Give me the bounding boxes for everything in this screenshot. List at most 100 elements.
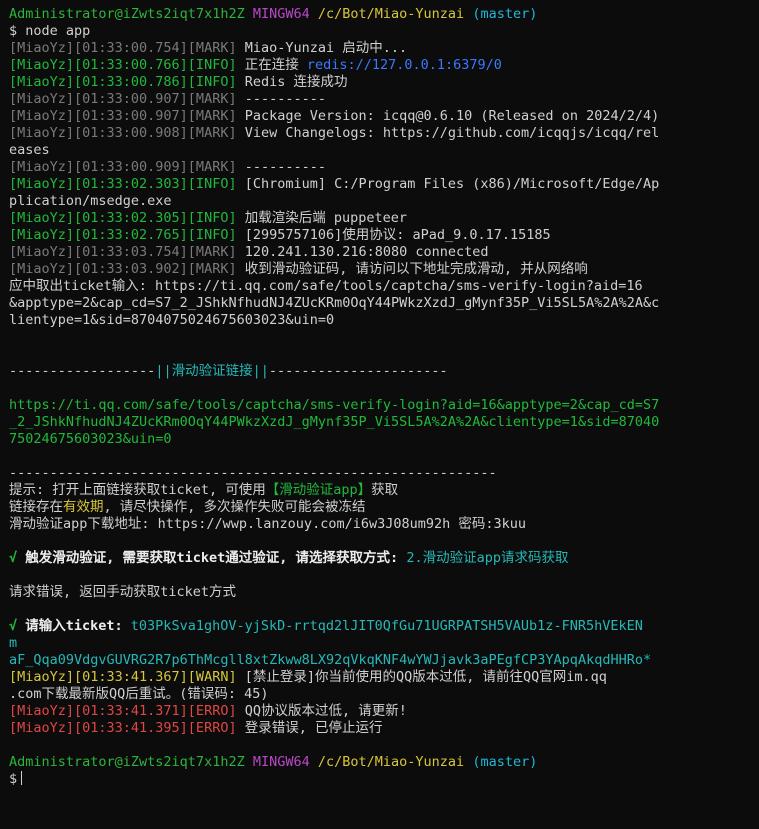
trigger-question: √ 触发滑动验证, 需要获取ticket通过验证, 请选择获取方式: 2.滑动验… [9,550,751,567]
log-line: [MiaoYz][01:33:02.765][INFO] [2995757106… [9,227,751,244]
terminal-window[interactable]: Administrator@iZwts2iqt7x1h2Z MINGW64 /c… [0,0,759,829]
log-line: [MiaoYz][01:33:00.907][MARK] Package Ver… [9,108,751,125]
log-message: [2995757106]使用协议: aPad_9.0.17.15185 [236,227,551,243]
log-tag: [MiaoYz][01:33:41.395][ERRO] [9,720,237,736]
log-line: [MiaoYz][01:33:03.902][MARK] 收到滑动验证码, 请访… [9,261,751,278]
log-continuation: &apptype=2&cap_cd=S7_2_JShkNfhudNJ4ZUcKR… [9,295,660,311]
ticket-value: t03PkSva1ghOV-yjSkD-rrtqd2lJIT0QfGu71UGR… [122,618,643,634]
log-line: [MiaoYz][01:33:03.754][MARK] 120.241.130… [9,244,751,261]
log-message: Miao-Yunzai 启动中... [236,40,408,56]
log-message: 加载渲染后端 puppeteer [236,210,407,226]
request-error-line: 请求错误, 返回手动获取ticket方式 [9,584,237,600]
log-tag: [MiaoYz][01:33:41.367][WARN] [9,669,237,685]
log-tag: [MiaoYz][01:33:02.765][INFO] [9,227,237,243]
shell-prompt: Administrator@iZwts2iqt7x1h2Z MINGW64 /c… [9,754,751,771]
log-line: [MiaoYz][01:33:02.305][INFO] 加载渲染后端 pupp… [9,210,751,227]
log-message: 收到滑动验证码, 请访问以下地址完成滑动, 并从网络响 [236,261,588,277]
prompt-branch: (master) [472,6,538,22]
command-line: $ node app [9,23,91,39]
log-line: [MiaoYz][01:33:00.909][MARK] ---------- [9,159,751,176]
tip-line: 提示: 打开上面链接获取ticket, 可使用【滑动验证app】获取 [9,482,751,499]
prompt-path: /c/Bot/Miao-Yunzai [317,6,465,22]
log-continuation: eases [9,142,50,158]
log-message: [Chromium] C:/Program Files (x86)/Micros… [236,176,660,192]
log-continuation: .com下载最新版QQ后重试。(错误码: 45) [9,686,269,702]
ticket-value-continuation: aF_Qqa09VdgvGUVRG2R7p6ThMcgll8xtZkww8LX9… [9,652,652,668]
command-input-line[interactable]: $ [9,771,751,788]
tip-text: , 请尽快操作, 多次操作失败可能会被冻结 [103,499,366,515]
prompt-user-host: Administrator@iZwts2iqt7x1h2Z [9,6,245,22]
captcha-url-line[interactable]: 75024675603023&uin=0 [9,431,751,448]
log-tag: [MiaoYz][01:33:00.907][MARK] [9,108,237,124]
log-message: ---------- [236,159,326,175]
trigger-text: 触发滑动验证, 需要获取ticket通过验证, 请选择获取方式: [17,550,399,566]
redis-url: redis://127.0.0.1:6379/0 [306,57,502,73]
log-line: [MiaoYz][01:33:02.303][INFO] [Chromium] … [9,176,751,193]
banner-title: ||滑动验证链接|| [155,363,269,379]
tip-line: 链接存在有效期, 请尽快操作, 多次操作失败可能会被冻结 [9,499,751,516]
log-message: 正在连接 [236,57,307,73]
log-line-error: [MiaoYz][01:33:41.395][ERRO] 登录错误, 已停止运行 [9,720,751,737]
trigger-choice: 2.滑动验证app请求码获取 [398,550,569,566]
log-tag: [MiaoYz][01:33:41.371][ERRO] [9,703,237,719]
log-message: Redis 连接成功 [236,74,348,90]
log-tag: [MiaoYz][01:33:00.766][INFO] [9,57,237,73]
log-line-error: [MiaoYz][01:33:41.371][ERRO] QQ协议版本过低, 请… [9,703,751,720]
log-continuation: plication/msedge.exe [9,193,172,209]
prompt-user-host: Administrator@iZwts2iqt7x1h2Z [9,754,245,770]
log-tag: [MiaoYz][01:33:03.754][MARK] [9,244,237,260]
ticket-input-line: √ 请输入ticket: t03PkSva1ghOV-yjSkD-rrtqd2l… [9,618,751,635]
log-message: Package Version: icqq@0.6.10 (Released o… [236,108,660,124]
log-tag: [MiaoYz][01:33:02.305][INFO] [9,210,237,226]
text-cursor [21,771,23,785]
log-line-warn: [MiaoYz][01:33:41.367][WARN] [禁止登录]你当前使用… [9,669,751,686]
log-line: [MiaoYz][01:33:00.754][MARK] Miao-Yunzai… [9,40,751,57]
check-mark: √ [9,618,18,634]
log-continuation: lientype=1&sid=8704075024675603023&uin=0 [9,312,335,328]
log-message: 登录错误, 已停止运行 [236,720,383,736]
log-message: [禁止登录]你当前使用的QQ版本过低, 请前往QQ官网im.qq [236,669,607,685]
ticket-value-continuation: m [9,635,18,651]
log-line: [MiaoYz][01:33:00.766][INFO] 正在连接 redis:… [9,57,751,74]
tip-text: 链接存在 [9,499,63,515]
log-tag: [MiaoYz][01:33:00.907][MARK] [9,91,237,107]
check-mark: √ [9,550,18,566]
shell-prompt: Administrator@iZwts2iqt7x1h2Z MINGW64 /c… [9,6,751,23]
prompt-shell: MINGW64 [252,754,310,770]
banner-dashes-left: ------------------ [9,363,156,379]
log-tag: [MiaoYz][01:33:02.303][INFO] [9,176,237,192]
prompt-shell: MINGW64 [252,6,310,22]
divider-line: ----------------------------------------… [9,465,497,481]
log-line: [MiaoYz][01:33:00.908][MARK] View Change… [9,125,751,142]
tip-text: 提示: 打开上面链接获取ticket, 可使用 [9,482,266,498]
log-message: View Changelogs: https://github.com/icqq… [236,125,660,141]
log-tag: [MiaoYz][01:33:00.908][MARK] [9,125,237,141]
log-line: [MiaoYz][01:33:00.907][MARK] ---------- [9,91,751,108]
banner-dashes-right: ---------------------- [268,363,448,379]
log-tag: [MiaoYz][01:33:00.786][INFO] [9,74,237,90]
tip-validity: 有效期 [63,499,104,515]
tip-text: 获取 [371,482,399,498]
prompt-branch: (master) [472,754,538,770]
prompt-path: /c/Bot/Miao-Yunzai [317,754,465,770]
log-tag: [MiaoYz][01:33:00.754][MARK] [9,40,237,56]
captcha-url-line[interactable]: https://ti.qq.com/safe/tools/captcha/sms… [9,397,751,414]
tip-app-name: 【滑动验证app】 [265,482,372,498]
captcha-url-line[interactable]: _2_JShkNfhudNJ4ZUcKRm0OqY44PWkzXzdJ_gMyn… [9,414,751,431]
log-tag: [MiaoYz][01:33:00.909][MARK] [9,159,237,175]
captcha-banner: ------------------||滑动验证链接||------------… [9,363,751,380]
log-message: QQ协议版本过低, 请更新! [236,703,407,719]
log-line: [MiaoYz][01:33:00.786][INFO] Redis 连接成功 [9,74,751,91]
log-tag: [MiaoYz][01:33:03.902][MARK] [9,261,237,277]
ticket-label: 请输入ticket: [17,618,123,634]
log-message: 120.241.130.216:8080 connected [236,244,489,260]
tip-download-line: 滑动验证app下载地址: https://wwp.lanzouy.com/i6w… [9,516,527,532]
